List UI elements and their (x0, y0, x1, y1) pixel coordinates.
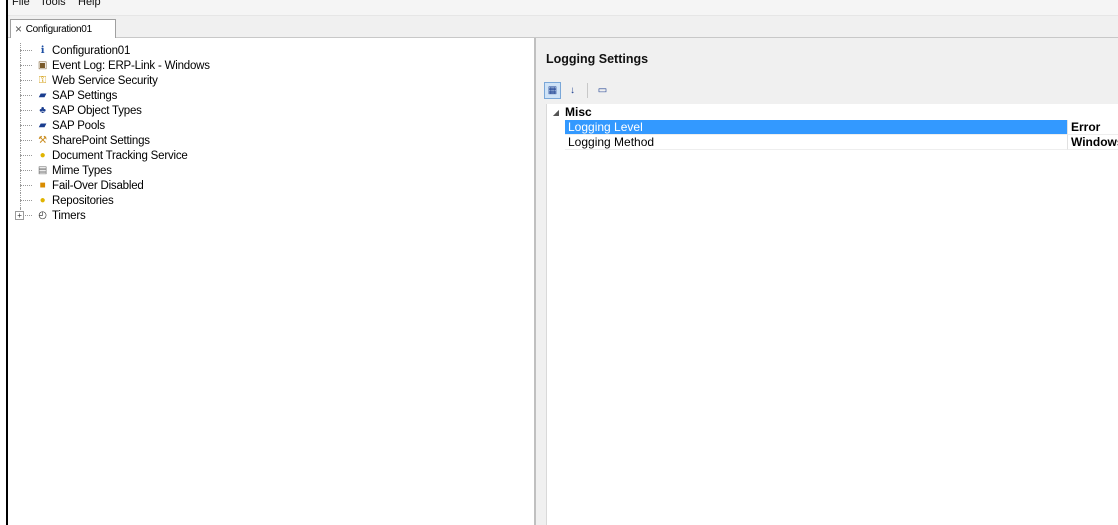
tree-connector (14, 178, 36, 193)
expand-icon[interactable]: + (15, 211, 24, 220)
row-margin (547, 120, 565, 135)
menu-file[interactable]: File (12, 0, 30, 8)
tree-connector: + (14, 208, 36, 223)
tree-item-label: Configuration01 (52, 44, 131, 57)
clock-icon: ◴ (38, 210, 47, 221)
info-icon: ℹ (40, 45, 45, 56)
collapse-triangle-icon[interactable]: ◢ (547, 108, 565, 117)
tree-item-label: Web Service Security (52, 74, 158, 87)
tree-item-configuration01[interactable]: ℹ Configuration01 (14, 43, 514, 58)
menu-help[interactable]: Help (78, 0, 101, 8)
property-name[interactable]: Logging Level (565, 120, 1068, 135)
toolbar-separator (587, 82, 588, 98)
property-pages-icon[interactable]: ▭ (594, 82, 611, 99)
object-types-icon: ♣ (39, 105, 46, 116)
tree-item-label: Fail-Over Disabled (52, 179, 144, 192)
tree-item-label: Document Tracking Service (52, 149, 188, 162)
tree-item-timers[interactable]: + ◴ Timers (14, 208, 514, 223)
configuration-tree-pane: ℹ Configuration01 ▣ Event Log: ERP-Link - W… (8, 38, 536, 525)
repository-icon: ● (39, 195, 46, 206)
tree-item-label: SAP Object Types (52, 104, 142, 117)
failover-icon: ■ (39, 180, 46, 191)
tree-item-web-service-security[interactable]: ⚿ Web Service Security (14, 73, 514, 88)
tree-connector (14, 118, 36, 133)
tree-connector (14, 73, 36, 88)
tab-label: Configuration01 (25, 23, 92, 35)
sap-pools-icon: ▰ (38, 120, 47, 131)
tree-item-label: Event Log: ERP-Link - Windows (52, 59, 210, 72)
tree-item-sharepoint-settings[interactable]: ⚒ SharePoint Settings (14, 133, 514, 148)
tree-connector (14, 163, 36, 178)
category-misc[interactable]: ◢ Misc (547, 104, 1118, 120)
tree-connector (14, 148, 36, 163)
tree-connector (14, 88, 36, 103)
menu-bar: File Tools Help (8, 0, 1118, 16)
close-tab-icon[interactable]: × (15, 23, 22, 35)
tree-item-label: SAP Pools (52, 119, 105, 132)
tab-strip: × Configuration01 (8, 16, 1118, 38)
app-window: File Tools Help × Configuration01 ℹ Confi… (6, 0, 1118, 525)
property-grid: ◢ Misc Logging Level Error Logging Method W… (546, 104, 1118, 525)
tree-item-label: Repositories (52, 194, 114, 207)
tree-item-label: SharePoint Settings (52, 134, 150, 147)
property-grid-toolbar: ▦ ↓ ▭ (544, 80, 611, 100)
sap-settings-icon: ▰ (38, 90, 47, 101)
document-icon: ▤ (37, 165, 48, 176)
tree-item-event-log-erp-link-windows[interactable]: ▣ Event Log: ERP-Link - Windows (14, 58, 514, 73)
tree-item-label: Mime Types (52, 164, 112, 177)
service-icon: ● (39, 150, 46, 161)
property-row[interactable]: Logging MethodWindows (547, 135, 1118, 150)
keys-icon: ⚿ (38, 75, 47, 86)
configuration-tree: ℹ Configuration01 ▣ Event Log: ERP-Link - W… (14, 43, 514, 223)
category-label: Misc (565, 105, 592, 119)
property-value[interactable]: Windows (1068, 135, 1118, 150)
tree-item-label: Timers (52, 209, 86, 222)
tab-configuration01[interactable]: × Configuration01 (10, 19, 116, 38)
tree-item-sap-pools[interactable]: ▰ SAP Pools (14, 118, 514, 133)
sharepoint-icon: ⚒ (38, 135, 47, 146)
tree-item-document-tracking-service[interactable]: ● Document Tracking Service (14, 148, 514, 163)
tree-item-repositories[interactable]: ● Repositories (14, 193, 514, 208)
tree-item-mime-types[interactable]: ▤ Mime Types (14, 163, 514, 178)
settings-title: Logging Settings (546, 52, 649, 66)
alphabetical-icon[interactable]: ↓ (564, 82, 581, 99)
tree-item-fail-over-disabled[interactable]: ■ Fail-Over Disabled (14, 178, 514, 193)
tree-connector (14, 133, 36, 148)
settings-pane: Logging Settings ▦ ↓ ▭ ◢ Misc Logging Leve… (538, 38, 1118, 525)
categorized-icon[interactable]: ▦ (544, 81, 561, 99)
tree-item-sap-settings[interactable]: ▰ SAP Settings (14, 88, 514, 103)
property-row[interactable]: Logging Level Error (547, 120, 1118, 135)
tree-connector (14, 43, 36, 58)
tree-connector (14, 193, 36, 208)
tree-connector (14, 103, 36, 118)
tree-item-sap-object-types[interactable]: ♣ SAP Object Types (14, 103, 514, 118)
tree-connector (14, 58, 36, 73)
row-margin (547, 135, 565, 150)
event-log-icon: ▣ (37, 60, 48, 71)
tree-item-label: SAP Settings (52, 89, 118, 102)
property-value[interactable]: Error (1068, 120, 1118, 135)
menu-tools[interactable]: Tools (40, 0, 66, 8)
property-name[interactable]: Logging Method (565, 135, 1068, 150)
